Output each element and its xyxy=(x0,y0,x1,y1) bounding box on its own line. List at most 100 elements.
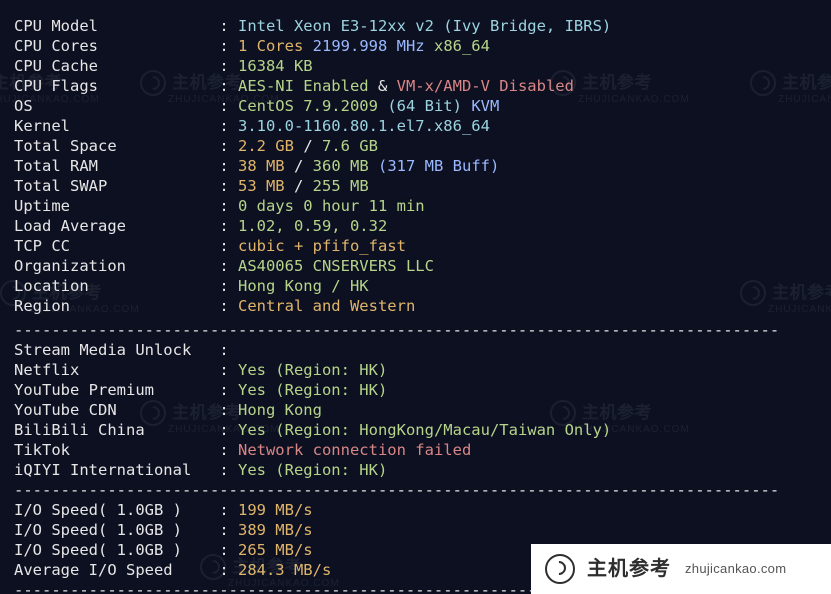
row-value-part: & xyxy=(369,77,397,95)
row-value: 1.02, 0.59, 0.32 xyxy=(238,217,387,235)
row-value-part: x86_64 xyxy=(434,37,490,55)
info-row: Total RAM : 38 MB / 360 MB (317 MB Buff) xyxy=(14,156,817,176)
row-value: Intel Xeon E3-12xx v2 (Ivy Bridge, IBRS) xyxy=(238,17,611,35)
row-value-part: / xyxy=(285,177,313,195)
row-label: BiliBili China xyxy=(14,421,219,439)
row-value: Hong Kong / HK xyxy=(238,277,369,295)
row-label: TCP CC xyxy=(14,237,219,255)
row-label: Total Space xyxy=(14,137,219,155)
info-row: Region : Central and Western xyxy=(14,296,817,316)
info-row: Total SWAP : 53 MB / 255 MB xyxy=(14,176,817,196)
row-value-part: 360 MB xyxy=(313,157,369,175)
row-value-part: 255 MB xyxy=(313,177,369,195)
row-value: Yes (Region: HK) xyxy=(238,381,387,399)
row-label: I/O Speed( 1.0GB ) xyxy=(14,541,219,559)
row-label: Total SWAP xyxy=(14,177,219,195)
row-label: Location xyxy=(14,277,219,295)
row-label: CPU Cache xyxy=(14,57,219,75)
row-label: CPU Flags xyxy=(14,77,219,95)
row-label: Region xyxy=(14,297,219,315)
info-row: Location : Hong Kong / HK xyxy=(14,276,817,296)
info-row: BiliBili China : Yes (Region: HongKong/M… xyxy=(14,420,817,440)
row-value-part: 38 MB xyxy=(238,157,285,175)
row-value: Hong Kong xyxy=(238,401,322,419)
info-row: YouTube Premium : Yes (Region: HK) xyxy=(14,380,817,400)
row-label: I/O Speed( 1.0GB ) xyxy=(14,501,219,519)
row-value: Yes (Region: HongKong/Macau/Taiwan Only) xyxy=(238,421,611,439)
row-value-part: / xyxy=(285,157,313,175)
info-row: CPU Flags : AES-NI Enabled & VM-x/AMD-V … xyxy=(14,76,817,96)
row-value-part: / xyxy=(294,137,322,155)
row-value: 199 MB/s xyxy=(238,501,313,519)
row-value-part: 53 MB xyxy=(238,177,285,195)
row-value-part: 2.2 GB xyxy=(238,137,294,155)
separator-line: ----------------------------------------… xyxy=(14,320,817,340)
row-value-part: (317 MB Buff) xyxy=(378,157,499,175)
row-value-part xyxy=(425,37,434,55)
row-value: AS40065 CNSERVERS LLC xyxy=(238,257,434,275)
info-row: Kernel : 3.10.0-1160.80.1.el7.x86_64 xyxy=(14,116,817,136)
brand-title: 主机参考 xyxy=(587,559,671,579)
info-row: CPU Cache : 16384 KB xyxy=(14,56,817,76)
row-value-part: 7.6 GB xyxy=(322,137,378,155)
info-row: Total Space : 2.2 GB / 7.6 GB xyxy=(14,136,817,156)
info-row: Uptime : 0 days 0 hour 11 min xyxy=(14,196,817,216)
row-label: TikTok xyxy=(14,441,219,459)
row-value-part: (64 Bit) xyxy=(387,97,462,115)
row-value-part xyxy=(378,97,387,115)
row-value: 3.10.0-1160.80.1.el7.x86_64 xyxy=(238,117,490,135)
row-value-part: 2199.998 MHz xyxy=(313,37,425,55)
info-row: Load Average : 1.02, 0.59, 0.32 xyxy=(14,216,817,236)
info-row: CPU Cores : 1 Cores 2199.998 MHz x86_64 xyxy=(14,36,817,56)
row-label: Organization xyxy=(14,257,219,275)
info-row: Organization : AS40065 CNSERVERS LLC xyxy=(14,256,817,276)
row-label: Uptime xyxy=(14,197,219,215)
info-row: TCP CC : cubic + pfifo_fast xyxy=(14,236,817,256)
info-row: Stream Media Unlock : xyxy=(14,340,817,360)
row-value-part: KVM xyxy=(471,97,499,115)
row-value-part xyxy=(369,157,378,175)
row-label: OS xyxy=(14,97,219,115)
row-label: Average I/O Speed xyxy=(14,561,219,579)
row-value: 265 MB/s xyxy=(238,541,313,559)
row-value: 284.3 MB/s xyxy=(238,561,331,579)
separator-line: ----------------------------------------… xyxy=(14,480,817,500)
info-row: iQIYI International : Yes (Region: HK) xyxy=(14,460,817,480)
info-row: CPU Model : Intel Xeon E3-12xx v2 (Ivy B… xyxy=(14,16,817,36)
row-label: iQIYI International xyxy=(14,461,219,479)
row-value-part: VM-x/AMD-V Disabled xyxy=(397,77,574,95)
row-value-part xyxy=(462,97,471,115)
brand-logo-icon xyxy=(545,554,575,584)
brand-url: zhujicankao.com xyxy=(685,559,786,579)
row-label: CPU Model xyxy=(14,17,219,35)
row-label: Total RAM xyxy=(14,157,219,175)
info-row: TikTok : Network connection failed xyxy=(14,440,817,460)
row-label: Netflix xyxy=(14,361,219,379)
row-value: Yes (Region: HK) xyxy=(238,361,387,379)
row-label: CPU Cores xyxy=(14,37,219,55)
row-value-part xyxy=(303,37,312,55)
info-row: YouTube CDN : Hong Kong xyxy=(14,400,817,420)
info-row: I/O Speed( 1.0GB ) : 199 MB/s xyxy=(14,500,817,520)
row-value-part: AES-NI Enabled xyxy=(238,77,369,95)
terminal-output: CPU Model : Intel Xeon E3-12xx v2 (Ivy B… xyxy=(0,0,831,594)
brand-badge: 主机参考 zhujicankao.com xyxy=(531,544,831,594)
row-label: Kernel xyxy=(14,117,219,135)
row-value: Central and Western xyxy=(238,297,415,315)
row-value: Yes (Region: HK) xyxy=(238,461,387,479)
info-row: Netflix : Yes (Region: HK) xyxy=(14,360,817,380)
row-label: Load Average xyxy=(14,217,219,235)
row-value-part: 1 Cores xyxy=(238,37,303,55)
info-row: OS : CentOS 7.9.2009 (64 Bit) KVM xyxy=(14,96,817,116)
row-value-part: CentOS 7.9.2009 xyxy=(238,97,378,115)
row-label: I/O Speed( 1.0GB ) xyxy=(14,521,219,539)
row-value: cubic + pfifo_fast xyxy=(238,237,406,255)
row-label: YouTube CDN xyxy=(14,401,219,419)
row-value: 389 MB/s xyxy=(238,521,313,539)
row-value: 16384 KB xyxy=(238,57,313,75)
row-value: 0 days 0 hour 11 min xyxy=(238,197,425,215)
row-value: Network connection failed xyxy=(238,441,471,459)
row-label: YouTube Premium xyxy=(14,381,219,399)
info-row: I/O Speed( 1.0GB ) : 389 MB/s xyxy=(14,520,817,540)
row-label: Stream Media Unlock xyxy=(14,341,219,359)
